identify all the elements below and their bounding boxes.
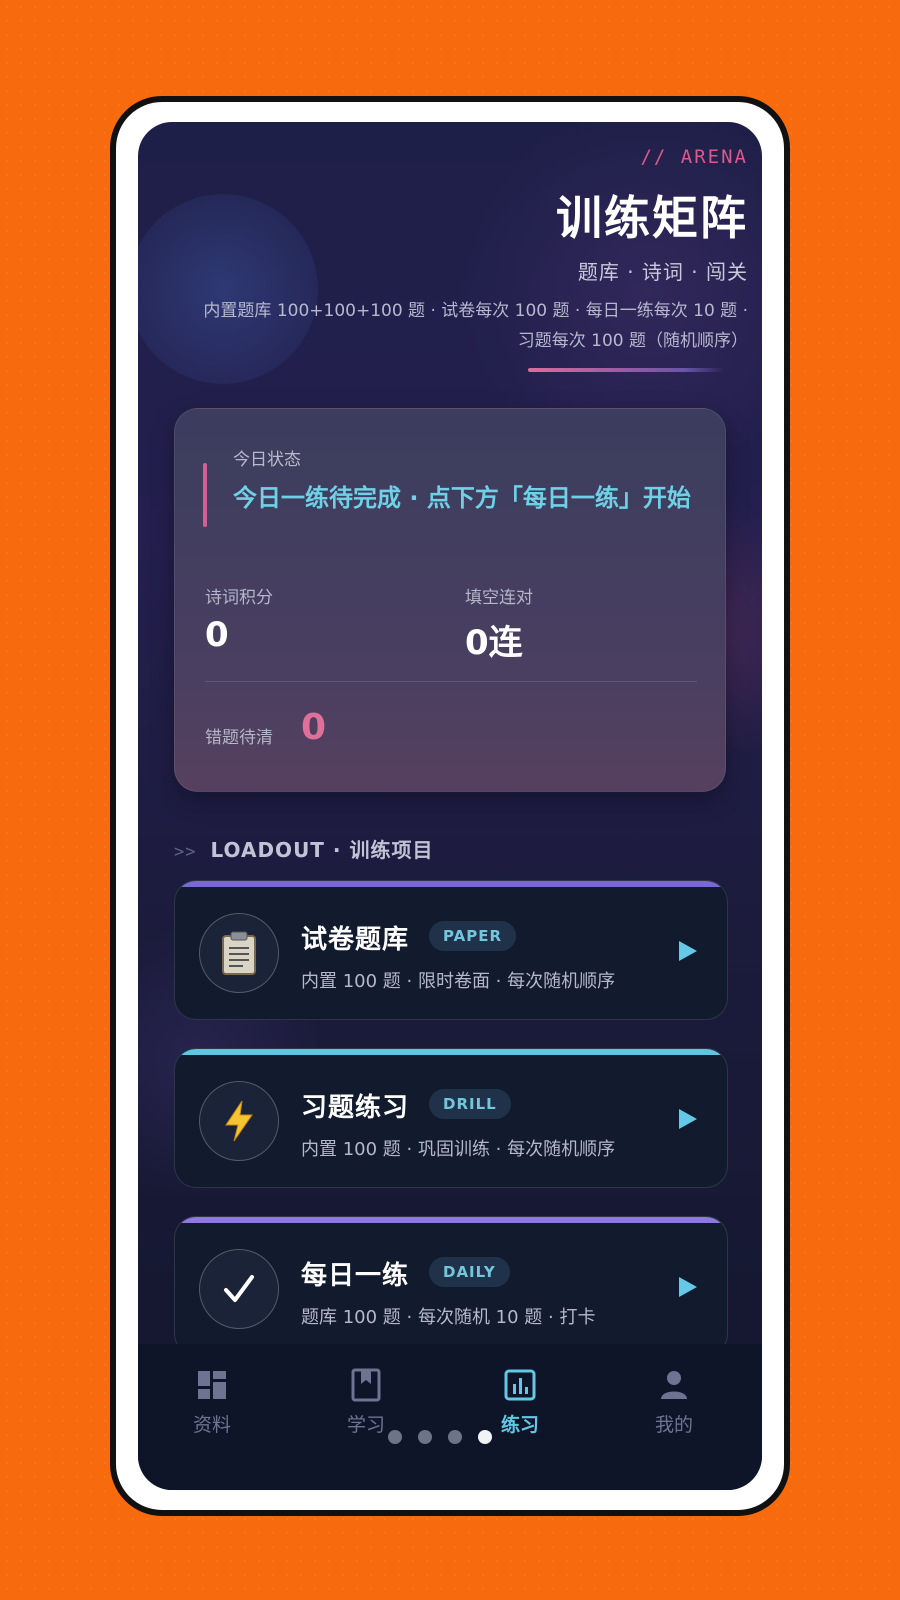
title-underline <box>528 368 724 372</box>
tab-practice[interactable]: 练习 <box>470 1368 570 1458</box>
wrong-questions-value: 0 <box>301 707 327 748</box>
clipboard-icon <box>199 913 279 993</box>
bottom-tab-bar: 资料 学习 练习 我的 <box>138 1344 762 1490</box>
streak-value: 0连 <box>465 623 523 663</box>
tab-label: 我的 <box>654 1414 693 1436</box>
app-screen: // ARENA 训练矩阵 题库 · 诗词 · 闯关 内置题库 100+100+… <box>138 122 762 1490</box>
section-title: LOADOUT · 训练项目 <box>210 838 434 862</box>
wrong-questions-label: 错题待清 <box>205 728 273 748</box>
item-title: 试卷题库 <box>301 925 410 955</box>
item-tag: DRILL <box>429 1089 511 1119</box>
tab-label: 资料 <box>192 1414 231 1436</box>
grid-icon <box>198 1371 226 1399</box>
page-dot[interactable] <box>448 1430 462 1444</box>
page-dot[interactable] <box>388 1430 402 1444</box>
item-description: 题库 100 题 · 每次随机 10 题 · 打卡 <box>301 1307 596 1328</box>
item-title: 习题练习 <box>301 1093 410 1123</box>
status-accent-bar <box>203 463 207 527</box>
item-topbar <box>175 1049 727 1055</box>
status-message: 今日一练待完成 · 点下方「每日一练」开始 <box>233 484 691 512</box>
arena-tag: // ARENA <box>640 146 748 168</box>
item-card-daily[interactable]: 每日一练 DAILY 题库 100 题 · 每次随机 10 题 · 打卡 <box>174 1216 728 1356</box>
chart-icon <box>504 1369 536 1401</box>
poetry-score-value: 0 <box>205 615 229 655</box>
item-tag: DAILY <box>429 1257 510 1287</box>
page-description: 内置题库 100+100+100 题 · 试卷每次 100 题 · 每日一练每次… <box>203 301 748 351</box>
poetry-score-label: 诗词积分 <box>205 588 273 608</box>
page-dot[interactable] <box>418 1430 432 1444</box>
item-card-paper[interactable]: 试卷题库 PAPER 内置 100 题 · 限时卷面 · 每次随机顺序 <box>174 880 728 1020</box>
person-icon <box>661 1371 687 1399</box>
page-indicator <box>388 1430 492 1444</box>
play-icon[interactable] <box>679 1277 697 1297</box>
play-icon[interactable] <box>679 941 697 961</box>
item-description: 内置 100 题 · 巩固训练 · 每次随机顺序 <box>301 1139 616 1160</box>
tab-profile[interactable]: 我的 <box>624 1368 724 1458</box>
book-icon <box>351 1368 381 1402</box>
check-icon <box>199 1249 279 1329</box>
page-subtitle: 题库 · 诗词 · 闯关 <box>577 260 748 284</box>
item-card-drill[interactable]: 习题练习 DRILL 内置 100 题 · 巩固训练 · 每次随机顺序 <box>174 1048 728 1188</box>
tab-materials[interactable]: 资料 <box>162 1368 262 1458</box>
item-title: 每日一练 <box>301 1261 410 1291</box>
section-heading: >> LOADOUT · 训练项目 <box>174 834 433 863</box>
section-arrow: >> <box>174 842 197 862</box>
streak-label: 填空连对 <box>465 588 533 608</box>
lightning-icon <box>199 1081 279 1161</box>
page-dot-active[interactable] <box>478 1430 492 1444</box>
page-title: 训练矩阵 <box>556 191 748 245</box>
item-topbar <box>175 1217 727 1223</box>
item-tag: PAPER <box>429 921 517 951</box>
tab-study[interactable]: 学习 <box>316 1368 416 1458</box>
play-icon[interactable] <box>679 1109 697 1129</box>
item-description: 内置 100 题 · 限时卷面 · 每次随机顺序 <box>301 971 616 992</box>
item-topbar <box>175 881 727 887</box>
divider <box>205 681 697 682</box>
status-label: 今日状态 <box>233 450 301 470</box>
status-card: 今日状态 今日一练待完成 · 点下方「每日一练」开始 诗词积分 0 填空连对 0… <box>174 408 726 792</box>
